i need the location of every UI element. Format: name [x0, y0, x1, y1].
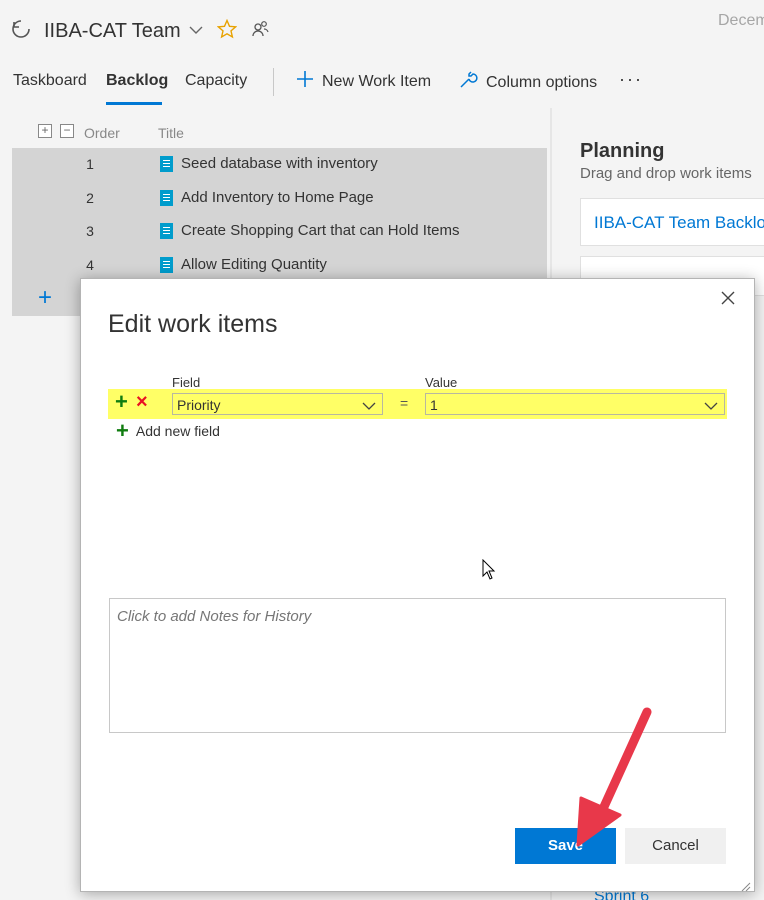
team-name: IIBA-CAT Team — [44, 19, 181, 42]
value-column-label: Value — [425, 375, 458, 390]
column-options-label: Column options — [486, 73, 598, 91]
add-new-field-button[interactable]: + Add new field — [116, 418, 220, 443]
column-options-button[interactable]: Column options — [458, 70, 597, 95]
row-order: 2 — [86, 190, 94, 206]
favorite-star-icon[interactable] — [216, 18, 238, 44]
user-story-icon — [160, 257, 173, 273]
row-title[interactable]: Add Inventory to Home Page — [181, 189, 374, 206]
tab-backlog[interactable]: Backlog — [106, 72, 168, 90]
chevron-down-icon — [704, 398, 718, 416]
user-story-icon — [160, 223, 173, 239]
plus-icon: + — [116, 418, 129, 443]
team-backlog-card[interactable]: IIBA-CAT Team Backlog — [580, 198, 764, 246]
field-select[interactable]: Priority — [172, 393, 383, 415]
row-title[interactable]: Seed database with inventory — [181, 155, 378, 172]
edit-work-items-dialog: Edit work items Field Value + × Priority… — [80, 278, 755, 892]
close-icon[interactable] — [720, 290, 736, 306]
dialog-title: Edit work items — [108, 310, 278, 338]
active-tab-indicator — [106, 102, 162, 105]
planning-subtitle: Drag and drop work items — [580, 165, 752, 182]
column-header-title[interactable]: Title — [158, 125, 184, 141]
mouse-cursor-icon — [482, 558, 496, 586]
wrench-icon — [458, 70, 486, 95]
row-order: 4 — [86, 257, 94, 273]
new-work-item-label: New Work Item — [322, 72, 432, 90]
grid-header: + − Order Title — [0, 122, 550, 146]
more-options-icon[interactable]: ··· — [619, 69, 643, 90]
history-notes-field[interactable]: Click to add Notes for History — [109, 598, 726, 733]
new-work-item-button[interactable]: New Work Item — [296, 70, 431, 93]
tab-capacity[interactable]: Capacity — [185, 72, 247, 90]
team-backlog-link[interactable]: IIBA-CAT Team Backlog — [594, 213, 764, 233]
notes-placeholder: Click to add Notes for History — [117, 608, 312, 625]
save-button[interactable]: Save — [515, 828, 616, 864]
field-select-value: Priority — [177, 397, 221, 413]
tab-bar: Taskboard Backlog Capacity New Work Item… — [0, 60, 764, 106]
resize-grip-icon[interactable] — [741, 879, 751, 892]
team-members-icon[interactable] — [251, 19, 271, 44]
collapse-all-icon[interactable]: − — [60, 124, 74, 138]
planning-title: Planning — [580, 140, 665, 162]
column-header-order[interactable]: Order — [84, 125, 120, 141]
date-range-text: December — [718, 12, 764, 29]
equals-sign: = — [400, 395, 409, 411]
row-order: 3 — [86, 223, 94, 239]
field-edit-row: + × Priority = 1 — [108, 389, 727, 419]
backlog-row[interactable]: 1 Seed database with inventory — [12, 148, 547, 182]
user-story-icon — [160, 190, 173, 206]
tab-taskboard[interactable]: Taskboard — [13, 72, 87, 90]
chevron-down-icon[interactable] — [189, 22, 203, 40]
user-story-icon — [160, 156, 173, 172]
value-select[interactable]: 1 — [425, 393, 725, 415]
delete-row-icon[interactable]: × — [136, 392, 152, 412]
backlog-row[interactable]: 2 Add Inventory to Home Page — [12, 182, 547, 216]
plus-icon — [296, 70, 322, 93]
page-header: IIBA-CAT Team December Taskboard Backlog… — [0, 0, 764, 108]
chevron-down-icon — [362, 398, 376, 416]
add-row-icon[interactable]: + — [115, 391, 131, 413]
row-order: 1 — [86, 156, 94, 172]
row-title[interactable]: Allow Editing Quantity — [181, 256, 327, 273]
toolbar-divider — [273, 68, 274, 96]
cancel-button[interactable]: Cancel — [625, 828, 726, 864]
sync-icon — [10, 18, 32, 45]
row-title[interactable]: Create Shopping Cart that can Hold Items — [181, 222, 459, 239]
add-backlog-item-icon[interactable]: + — [38, 284, 52, 312]
field-column-label: Field — [172, 375, 201, 390]
team-selector[interactable]: IIBA-CAT Team — [10, 16, 271, 46]
expand-all-icon[interactable]: + — [38, 124, 52, 138]
value-select-value: 1 — [430, 397, 438, 413]
backlog-row[interactable]: 3 Create Shopping Cart that can Hold Ite… — [12, 215, 547, 249]
add-new-field-label: Add new field — [135, 423, 220, 439]
